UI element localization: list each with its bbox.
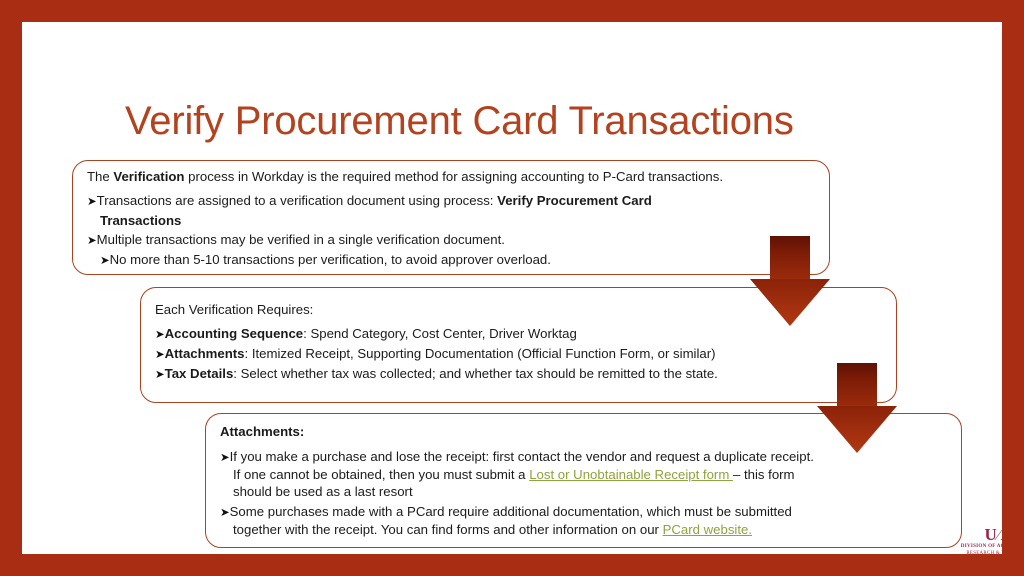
box1-bullet-2-text: Multiple transactions may be verified in… xyxy=(96,232,505,248)
box3-bullet-2: ➤Some purchases made with a PCard requir… xyxy=(220,503,820,538)
page-title: Verify Procurement Card Transactions xyxy=(125,99,794,143)
slide-content-area: Verify Procurement Card Transactions The… xyxy=(22,22,1002,554)
uofa-division-of-agriculture-logo: U⁄A DIVISION OF AGRICULTURE RESEARCH & E… xyxy=(960,526,1002,554)
bullet-arrow-icon: ➤ xyxy=(87,235,97,248)
bullet-arrow-icon: ➤ xyxy=(155,329,165,342)
logo-mark-a: A xyxy=(1001,525,1002,544)
box2-bullet-1-label: Accounting Sequence xyxy=(164,326,304,342)
box3-bullet-1: ➤If you make a purchase and lose the rec… xyxy=(220,448,820,500)
bullet-arrow-icon: ➤ xyxy=(155,349,165,362)
box1-bullet-1: ➤Transactions are assigned to a verifica… xyxy=(87,192,815,210)
box1-bullet-2: ➤Multiple transactions may be verified i… xyxy=(87,231,815,249)
box3-heading: Attachments: xyxy=(220,424,305,439)
bullet-arrow-icon: ➤ xyxy=(155,369,165,382)
box1-bullet-2-sub: ➤No more than 5-10 transactions per veri… xyxy=(87,251,815,269)
box1-bullet-1-continuation: Transactions xyxy=(87,212,815,229)
callout-box-verification: The Verification process in Workday is t… xyxy=(72,160,830,275)
bullet-arrow-icon: ➤ xyxy=(220,452,230,465)
pcard-website-link[interactable]: PCard website. xyxy=(663,522,752,537)
box1-bullet-1-cont-bold: Transactions xyxy=(100,213,182,229)
slide-canvas: Verify Procurement Card Transactions The… xyxy=(0,0,1024,576)
box2-bullet-3-text: : Select whether tax was collected; and … xyxy=(233,366,718,382)
box2-bullet-3: ➤Tax Details: Select whether tax was col… xyxy=(155,365,882,383)
box1-bullet-1-bold: Verify Procurement Card xyxy=(497,193,652,209)
bullet-arrow-icon: ➤ xyxy=(100,255,110,268)
box1-lead-prefix: The xyxy=(87,169,114,184)
box3-body: Attachments: ➤If you make a purchase and… xyxy=(206,414,834,539)
box1-lead: The Verification process in Workday is t… xyxy=(87,168,815,185)
lost-receipt-form-link[interactable]: Lost or Unobtainable Receipt form xyxy=(529,467,733,482)
bullet-arrow-icon: ➤ xyxy=(87,196,97,209)
arrow-head xyxy=(750,279,830,326)
logo-mark: U⁄A xyxy=(960,526,1002,543)
box2-bullet-2: ➤Attachments: Itemized Receipt, Supporti… xyxy=(155,345,882,363)
logo-line-2: RESEARCH & EXTENSION xyxy=(966,551,1002,554)
bullet-arrow-icon: ➤ xyxy=(220,507,230,520)
box2-bullet-2-label: Attachments xyxy=(164,346,245,362)
box2-bullet-1-text: : Spend Category, Cost Center, Driver Wo… xyxy=(303,326,577,342)
box1-bullet-2-sub-text: No more than 5-10 transactions per verif… xyxy=(109,252,551,268)
logo-mark-u: U xyxy=(984,525,998,544)
arrow-shaft xyxy=(770,236,810,279)
box2-bullet-3-label: Tax Details xyxy=(164,366,234,382)
box2-bullet-2-text: : Itemized Receipt, Supporting Documenta… xyxy=(244,346,716,362)
box1-lead-bold: Verification xyxy=(113,169,185,184)
arrow-head xyxy=(817,406,897,453)
box2-bullet-1: ➤Accounting Sequence: Spend Category, Co… xyxy=(155,325,882,343)
box1-body: The Verification process in Workday is t… xyxy=(73,161,829,269)
down-arrow-icon-2 xyxy=(817,363,897,453)
down-arrow-icon-1 xyxy=(750,236,830,326)
box1-bullet-1-text: Transactions are assigned to a verificat… xyxy=(96,193,498,209)
logo-line-1: DIVISION OF AGRICULTURE xyxy=(960,543,1002,549)
arrow-shaft xyxy=(837,363,877,406)
box1-lead-suffix: process in Workday is the required metho… xyxy=(184,169,724,184)
